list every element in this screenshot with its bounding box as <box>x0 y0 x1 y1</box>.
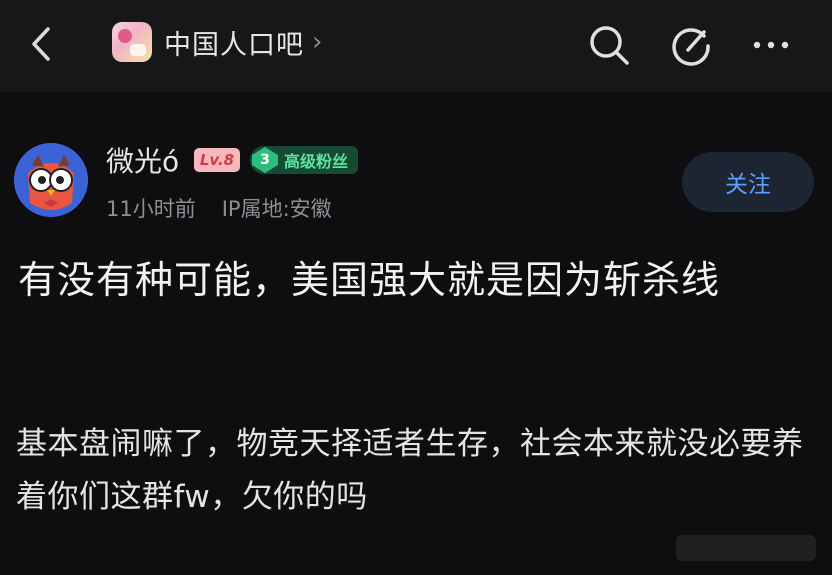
forum-link[interactable]: 中国人口吧 › <box>104 18 340 66</box>
post-meta: 11小时前 IP属地:安徽 <box>106 193 332 223</box>
fan-level-icon: 3 <box>250 146 280 174</box>
post-body: 基本盘闹嘛了，物竞天择适者生存，社会本来就没必要养着你们这群fw，欠你的吗 <box>16 426 804 515</box>
back-button[interactable] <box>24 24 60 64</box>
forum-name: 中国人口吧 <box>164 29 304 61</box>
top-navigation-bar: 中国人口吧 › <box>0 0 832 92</box>
post-time: 11小时前 <box>106 197 196 221</box>
fan-level-number: 3 <box>260 152 270 168</box>
search-icon <box>590 26 629 65</box>
more-icon <box>753 41 789 49</box>
fan-badge: 3 高级粉丝 <box>250 146 359 174</box>
chevron-left-icon <box>32 27 50 61</box>
ip-location: IP属地:安徽 <box>221 197 332 221</box>
chevron-right-icon: › <box>312 27 323 57</box>
edit-button[interactable] <box>668 22 714 68</box>
more-button[interactable] <box>748 22 794 68</box>
author-name[interactable]: 微光ó <box>106 140 179 180</box>
search-button[interactable] <box>586 22 632 68</box>
follow-button[interactable]: 关注 <box>682 152 814 212</box>
avatar[interactable] <box>14 143 88 217</box>
owl-avatar-image <box>14 143 88 217</box>
edit-icon <box>672 28 710 66</box>
watermark <box>676 535 816 561</box>
post-title: 有没有种可能，美国强大就是因为斩杀线 <box>18 258 721 302</box>
forum-logo <box>112 22 152 62</box>
fan-title: 高级粉丝 <box>284 152 349 171</box>
level-badge: Lv.8 <box>194 148 240 172</box>
